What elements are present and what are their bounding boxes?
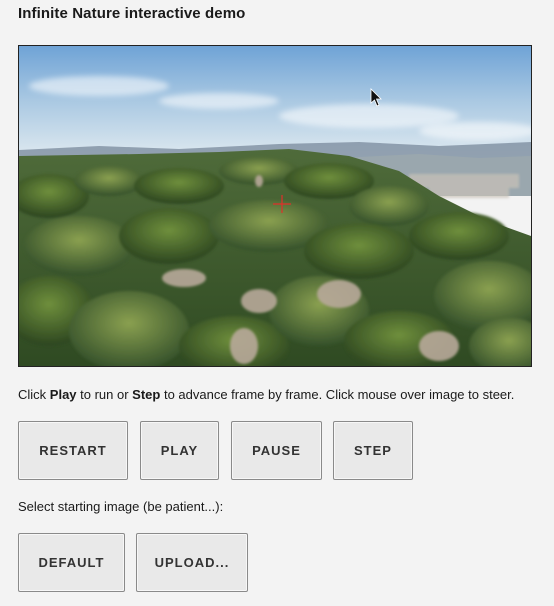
play-button[interactable]: PLAY: [140, 421, 219, 480]
render-viewport[interactable]: [18, 45, 532, 367]
instructions-part-3: to advance frame by frame. Click mouse o…: [160, 387, 515, 402]
default-image-button[interactable]: DEFAULT: [18, 533, 125, 592]
instructions-part-2: to run or: [76, 387, 133, 402]
starting-image-label: Select starting image (be patient...):: [18, 499, 224, 514]
instructions-play-word: Play: [49, 387, 77, 402]
step-button[interactable]: STEP: [333, 421, 413, 480]
landscape-render-image[interactable]: [19, 46, 531, 366]
instructions-step-word: Step: [132, 387, 161, 402]
page-title: Infinite Nature interactive demo: [18, 5, 246, 22]
instructions-part-1: Click: [18, 387, 50, 402]
restart-button[interactable]: RESTART: [18, 421, 128, 480]
instructions-text: Click Play to run or Step to advance fra…: [18, 387, 514, 402]
upload-image-button[interactable]: UPLOAD...: [136, 533, 248, 592]
pause-button[interactable]: PAUSE: [231, 421, 322, 480]
